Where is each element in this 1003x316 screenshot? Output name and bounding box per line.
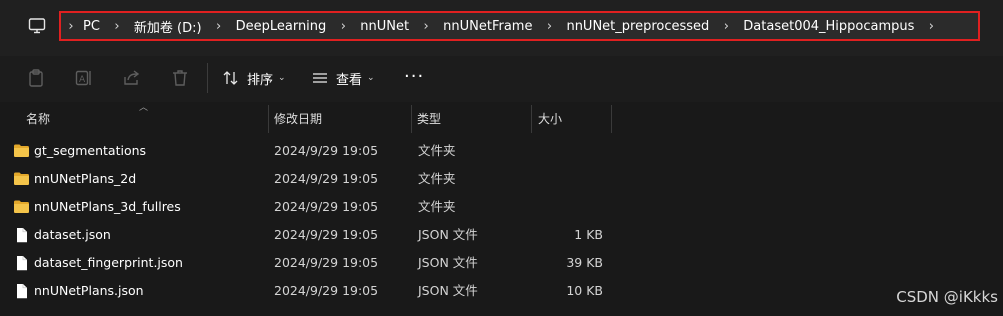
file-size [532, 193, 603, 221]
toolbar-divider [207, 63, 208, 93]
chevron-right-icon[interactable]: › [713, 19, 739, 34]
file-name[interactable]: dataset.json [34, 221, 111, 249]
file-row[interactable]: gt_segmentations 2024/9/29 19:05 文件夹 [0, 137, 1003, 165]
file-icon [17, 227, 27, 243]
view-list-icon [313, 73, 327, 83]
column-header-type[interactable]: 类型 [417, 105, 441, 133]
breadcrumb-item-nnunetframe[interactable]: nnUNetFrame [439, 19, 536, 34]
breadcrumb-item-nnunet[interactable]: nnUNet [356, 19, 413, 34]
pc-monitor-icon[interactable] [28, 17, 46, 35]
file-name[interactable]: nnUNetPlans_3d_fullres [34, 193, 181, 221]
file-date: 2024/9/29 19:05 [274, 227, 379, 242]
file-type: 文件夹 [418, 143, 456, 158]
chevron-down-icon: ⌄ [278, 73, 286, 83]
sort-label: 排序 [247, 72, 274, 88]
address-breadcrumb[interactable]: › PC › 新加卷 (D:) › DeepLearning › nnUNet … [59, 11, 980, 41]
breadcrumb-item-preprocessed[interactable]: nnUNet_preprocessed [562, 19, 713, 34]
column-header-name[interactable]: 名称 [26, 105, 50, 133]
view-button[interactable]: 查看 ⌄ [312, 68, 375, 88]
chevron-right-icon[interactable]: › [413, 19, 439, 34]
file-date: 2024/9/29 19:05 [274, 143, 379, 158]
file-size: 39 KB [566, 255, 603, 270]
address-bar-row: › PC › 新加卷 (D:) › DeepLearning › nnUNet … [0, 0, 1003, 56]
file-name[interactable]: nnUNetPlans.json [34, 277, 144, 305]
column-separator[interactable] [611, 105, 612, 133]
file-row[interactable]: nnUNetPlans_2d 2024/9/29 19:05 文件夹 [0, 165, 1003, 193]
sort-caret-icon: ︿ [139, 103, 149, 113]
column-separator[interactable] [411, 105, 412, 133]
file-row[interactable]: nnUNetPlans.json 2024/9/29 19:05 JSON 文件 10… [0, 277, 1003, 305]
breadcrumb-item-drive[interactable]: 新加卷 (D:) [130, 17, 206, 36]
chevron-right-icon[interactable]: › [104, 19, 130, 34]
file-name[interactable]: nnUNetPlans_2d [34, 165, 136, 193]
chevron-down-icon: ⌄ [367, 73, 375, 83]
file-row[interactable]: dataset.json 2024/9/29 19:05 JSON 文件 1 KB [0, 221, 1003, 249]
chevron-right-icon[interactable]: › [330, 19, 356, 34]
breadcrumb-item-dataset[interactable]: Dataset004_Hippocampus [739, 19, 918, 34]
folder-icon [14, 172, 29, 185]
file-date: 2024/9/29 19:05 [274, 199, 379, 214]
rename-icon[interactable]: A [74, 68, 94, 88]
file-name[interactable]: gt_segmentations [34, 137, 146, 165]
file-size: 1 KB [574, 227, 603, 242]
file-date: 2024/9/29 19:05 [274, 283, 379, 298]
column-separator[interactable] [531, 105, 532, 133]
file-size [532, 165, 603, 193]
svg-text:A: A [79, 75, 86, 85]
breadcrumb-item-pc[interactable]: PC [79, 19, 104, 34]
chevron-right-icon[interactable]: › [206, 19, 232, 34]
file-date: 2024/9/29 19:05 [274, 171, 379, 186]
breadcrumb-item-deeplearning[interactable]: DeepLearning [232, 19, 331, 34]
file-size [532, 137, 603, 165]
folder-icon [14, 144, 29, 157]
column-separator[interactable] [268, 105, 269, 133]
command-bar: A [0, 56, 1003, 102]
file-icon [17, 283, 27, 299]
file-type: JSON 文件 [418, 255, 478, 270]
file-type: JSON 文件 [418, 227, 478, 242]
file-name[interactable]: dataset_fingerprint.json [34, 249, 183, 277]
more-options-button[interactable]: ··· [404, 66, 424, 87]
paste-icon[interactable] [26, 68, 46, 88]
file-row[interactable]: dataset_fingerprint.json 2024/9/29 19:05 J… [0, 249, 1003, 277]
file-icon [17, 255, 27, 271]
file-type: 文件夹 [418, 199, 456, 214]
sort-icon [223, 71, 238, 85]
watermark: CSDN @iKkks [896, 288, 998, 306]
chevron-right-icon[interactable]: › [536, 19, 562, 34]
file-date: 2024/9/29 19:05 [274, 255, 379, 270]
column-header-date[interactable]: 修改日期 [274, 105, 322, 133]
column-header-size[interactable]: 大小 [538, 105, 562, 133]
file-size: 10 KB [566, 283, 603, 298]
file-row[interactable]: nnUNetPlans_3d_fullres 2024/9/29 19:05 文件夹 [0, 193, 1003, 221]
view-label: 查看 [336, 72, 363, 88]
chevron-right-icon[interactable]: › [63, 19, 79, 34]
folder-icon [14, 200, 29, 213]
delete-icon[interactable] [170, 68, 190, 88]
sort-button[interactable]: 排序 ⌄ [223, 68, 286, 88]
file-type: 文件夹 [418, 171, 456, 186]
file-type: JSON 文件 [418, 283, 478, 298]
share-icon[interactable] [122, 68, 142, 88]
chevron-right-icon[interactable]: › [918, 19, 944, 34]
